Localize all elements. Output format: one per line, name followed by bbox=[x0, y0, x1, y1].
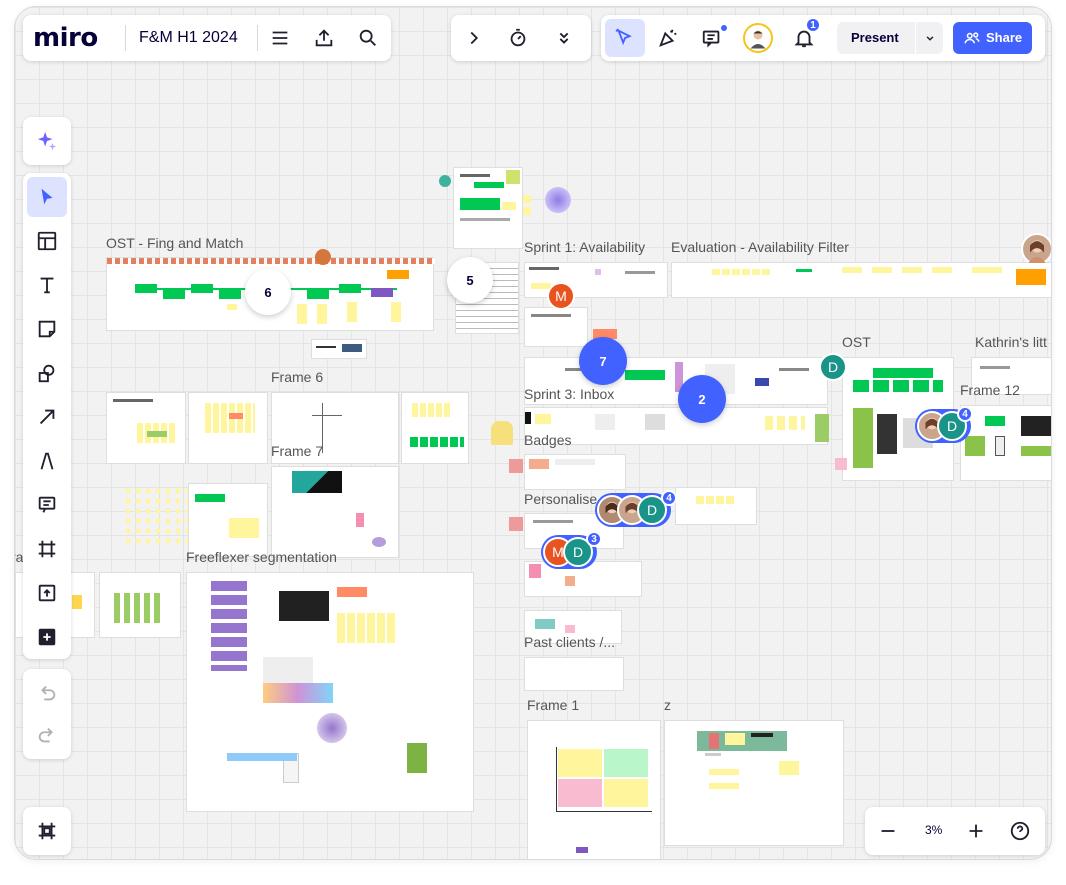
frame-label-personalise[interactable]: Personalise bbox=[524, 491, 597, 507]
collaborator-avatar-photo[interactable] bbox=[1021, 233, 1051, 265]
frame-label-kathrin[interactable]: Kathrin's litt bbox=[975, 334, 1047, 350]
frame-frame1[interactable] bbox=[527, 720, 661, 859]
share-button[interactable]: Share bbox=[953, 22, 1032, 54]
arrow-icon[interactable] bbox=[27, 397, 67, 437]
divider bbox=[257, 25, 258, 51]
frame-label-sprint3[interactable]: Sprint 3: Inbox bbox=[524, 386, 614, 402]
comments-dot bbox=[721, 25, 727, 31]
present-button[interactable]: Present bbox=[837, 22, 943, 54]
comment-bubble-6[interactable]: 6 bbox=[245, 269, 291, 315]
zoom-panel: 3% bbox=[865, 807, 1045, 855]
teal-dot bbox=[439, 175, 451, 187]
frame-personalise-right[interactable] bbox=[675, 487, 757, 525]
top-middle-toolbar bbox=[451, 15, 591, 61]
collaborator-count-badge: 4 bbox=[957, 406, 973, 422]
comment-bubble-5[interactable]: 5 bbox=[447, 257, 493, 303]
miro-logo[interactable]: miro bbox=[33, 23, 98, 53]
frame-sprint1-sub[interactable] bbox=[524, 307, 588, 347]
frames-list-icon[interactable] bbox=[27, 811, 67, 851]
pen-icon[interactable] bbox=[27, 441, 67, 481]
frame-label-evaluation[interactable]: Evaluation - Availability Filter bbox=[671, 239, 849, 255]
menu-icon[interactable] bbox=[263, 21, 297, 55]
user-avatar[interactable] bbox=[743, 23, 773, 53]
emoji-sticker bbox=[315, 249, 331, 265]
frame-label-past-clients[interactable]: Past clients /... bbox=[524, 634, 615, 650]
templates-icon[interactable] bbox=[27, 221, 67, 261]
chevron-right-icon[interactable] bbox=[457, 21, 491, 55]
frame-frame6-right[interactable] bbox=[401, 392, 469, 464]
search-icon[interactable] bbox=[351, 21, 385, 55]
frame-past-clients[interactable] bbox=[524, 657, 624, 691]
frame-evaluation[interactable] bbox=[671, 262, 1051, 298]
users-icon bbox=[964, 32, 980, 44]
more-apps-icon[interactable] bbox=[27, 617, 67, 657]
top-right-toolbar: 1 Present Share bbox=[601, 15, 1045, 61]
select-tool-icon[interactable] bbox=[27, 177, 67, 217]
collaborator-avatar-d[interactable]: D bbox=[819, 353, 847, 381]
chevron-down-icon[interactable] bbox=[915, 22, 943, 54]
frames-panel bbox=[23, 807, 71, 855]
shapes-icon[interactable] bbox=[27, 353, 67, 393]
collaborator-count-badge: 4 bbox=[661, 490, 677, 506]
frame-freeflexer[interactable] bbox=[186, 572, 474, 812]
frame-left-upper-b[interactable] bbox=[188, 392, 268, 464]
frame-frame7[interactable] bbox=[271, 466, 399, 558]
frame-left-upper-a[interactable] bbox=[106, 392, 186, 464]
help-icon[interactable] bbox=[1003, 814, 1037, 848]
divider bbox=[125, 25, 126, 51]
zoom-in-icon[interactable] bbox=[959, 814, 993, 848]
hand-sticker bbox=[491, 421, 513, 445]
top-left-toolbar: miro F&M H1 2024 bbox=[23, 15, 391, 61]
ai-panel bbox=[23, 117, 71, 165]
frame-label-ost-fing[interactable]: OST - Fing and Match bbox=[106, 235, 243, 251]
sparkles-icon[interactable] bbox=[27, 121, 67, 161]
frame-label-freeflexer[interactable]: Freeflexer segmentation bbox=[186, 549, 337, 565]
celebrate-icon[interactable] bbox=[651, 21, 685, 55]
frame-left-cut-b[interactable] bbox=[99, 572, 181, 638]
creation-toolbar bbox=[23, 173, 71, 659]
collaborator-count-badge: 3 bbox=[586, 531, 602, 547]
comment-bubble-2[interactable]: 2 bbox=[678, 375, 726, 423]
share-label: Share bbox=[986, 30, 1023, 45]
comment-bubble-7[interactable]: 7 bbox=[579, 337, 627, 385]
redo-icon[interactable] bbox=[27, 715, 67, 755]
frame-label-frame12[interactable]: Frame 12 bbox=[960, 382, 1020, 398]
frame-label-ost[interactable]: OST bbox=[842, 334, 871, 350]
zoom-out-icon[interactable] bbox=[871, 814, 905, 848]
timer-icon[interactable] bbox=[501, 21, 535, 55]
frame-label-frame7[interactable]: Frame 7 bbox=[271, 443, 323, 459]
collaborator-avatar-m[interactable]: M bbox=[547, 282, 575, 310]
frame-left-middle[interactable] bbox=[188, 483, 268, 557]
frame-label-sprint1[interactable]: Sprint 1: Availability bbox=[524, 239, 645, 255]
frame-z[interactable] bbox=[664, 720, 844, 846]
miro-board[interactable]: OST - Fing and Match Sprint 1: Availabil… bbox=[14, 6, 1052, 860]
frame-badges[interactable] bbox=[524, 454, 626, 490]
board-title[interactable]: F&M H1 2024 bbox=[139, 29, 238, 47]
comment-icon[interactable] bbox=[27, 485, 67, 525]
present-label: Present bbox=[851, 30, 899, 45]
text-icon[interactable] bbox=[27, 265, 67, 305]
undo-redo-panel bbox=[23, 669, 71, 759]
frame-icon[interactable] bbox=[27, 529, 67, 569]
chevrons-down-icon[interactable] bbox=[547, 21, 581, 55]
frame-tiny-under-ost[interactable] bbox=[311, 339, 367, 359]
frame-frame12[interactable] bbox=[960, 405, 1051, 481]
frame-label-frame6[interactable]: Frame 6 bbox=[271, 369, 323, 385]
zoom-level[interactable]: 3% bbox=[925, 823, 942, 837]
frame-sprint1[interactable] bbox=[524, 262, 668, 298]
purple-circle bbox=[545, 187, 571, 213]
sticky-note-icon[interactable] bbox=[27, 309, 67, 349]
collaborator-cluster[interactable]: D bbox=[595, 493, 671, 527]
frame-label-frame1[interactable]: Frame 1 bbox=[527, 697, 579, 713]
frame-small-top[interactable] bbox=[453, 167, 523, 249]
upload-icon[interactable] bbox=[27, 573, 67, 613]
notification-badge: 1 bbox=[805, 17, 821, 33]
undo-icon[interactable] bbox=[27, 673, 67, 713]
export-icon[interactable] bbox=[307, 21, 341, 55]
cursor-select-icon[interactable] bbox=[605, 19, 645, 57]
frame-label-z[interactable]: z bbox=[664, 697, 671, 713]
frame-label-badges[interactable]: Badges bbox=[524, 432, 571, 448]
